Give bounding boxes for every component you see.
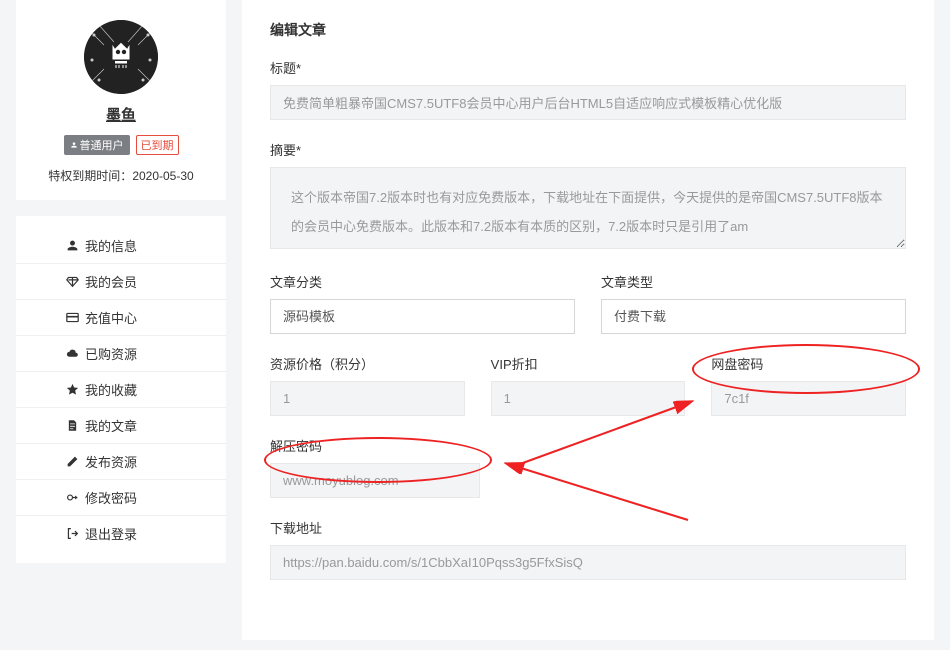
nav-purchased[interactable]: 已购资源 [16, 336, 226, 372]
nav-label: 我的信息 [85, 236, 137, 255]
file-icon [66, 419, 79, 432]
nav-favorites[interactable]: 我的收藏 [16, 372, 226, 408]
summary-label: 摘要* [270, 140, 906, 159]
nav-recharge[interactable]: 充值中心 [16, 300, 226, 336]
expire-info: 特权到期时间：2020-05-30 [28, 167, 214, 184]
cloud-icon [66, 347, 79, 360]
nav-publish[interactable]: 发布资源 [16, 444, 226, 480]
vip-discount-label: VIP折扣 [491, 354, 686, 373]
username[interactable]: 墨鱼 [28, 104, 214, 125]
nav-change-password[interactable]: 修改密码 [16, 480, 226, 516]
logout-icon [66, 527, 79, 540]
title-label: 标题* [270, 58, 906, 77]
nav-label: 修改密码 [85, 488, 137, 507]
nav-my-info[interactable]: 我的信息 [16, 228, 226, 264]
pan-password-input[interactable] [711, 381, 906, 416]
type-label: 文章类型 [601, 272, 906, 291]
nav-label: 退出登录 [85, 524, 137, 543]
price-label: 资源价格（积分） [270, 354, 465, 373]
category-label: 文章分类 [270, 272, 575, 291]
price-input[interactable] [270, 381, 465, 416]
nav-my-articles[interactable]: 我的文章 [16, 408, 226, 444]
avatar-icon [84, 20, 158, 94]
main-content: 编辑文章 标题* 摘要* 这个版本帝国7.2版本时也有对应免费版本，下载地址在下… [242, 0, 934, 640]
edit-icon [66, 455, 79, 468]
title-input[interactable] [270, 85, 906, 120]
key-icon [66, 491, 79, 504]
nav-label: 我的收藏 [85, 380, 137, 399]
expire-label: 特权到期时间： [48, 169, 132, 183]
download-url-label: 下载地址 [270, 518, 906, 537]
avatar [84, 20, 158, 94]
nav-label: 发布资源 [85, 452, 137, 471]
unzip-password-input[interactable] [270, 463, 480, 498]
nav-label: 已购资源 [85, 344, 137, 363]
summary-textarea[interactable]: 这个版本帝国7.2版本时也有对应免费版本，下载地址在下面提供，今天提供的是帝国C… [270, 167, 906, 249]
star-icon [66, 383, 79, 396]
download-url-input[interactable] [270, 545, 906, 580]
nav-my-member[interactable]: 我的会员 [16, 264, 226, 300]
badge-expired: 已到期 [136, 135, 179, 155]
card-icon [66, 311, 79, 324]
nav-label: 我的文章 [85, 416, 137, 435]
nav-logout[interactable]: 退出登录 [16, 516, 226, 551]
vip-discount-input[interactable] [491, 381, 686, 416]
category-select[interactable]: 源码模板 [270, 299, 575, 334]
profile-card: 墨鱼 普通用户 已到期 特权到期时间：2020-05-30 [16, 0, 226, 200]
nav-label: 充值中心 [85, 308, 137, 327]
badge-user-type: 普通用户 [64, 135, 130, 155]
unzip-password-label: 解压密码 [270, 436, 480, 455]
type-select[interactable]: 付费下载 [601, 299, 906, 334]
pan-password-label: 网盘密码 [711, 354, 906, 373]
expire-date: 2020-05-30 [132, 169, 193, 183]
diamond-icon [66, 275, 79, 288]
user-icon [66, 239, 79, 252]
nav-label: 我的会员 [85, 272, 137, 291]
sidebar-nav: 我的信息 我的会员 充值中心 已购资源 我的收藏 [16, 216, 226, 563]
page-title: 编辑文章 [270, 20, 906, 40]
